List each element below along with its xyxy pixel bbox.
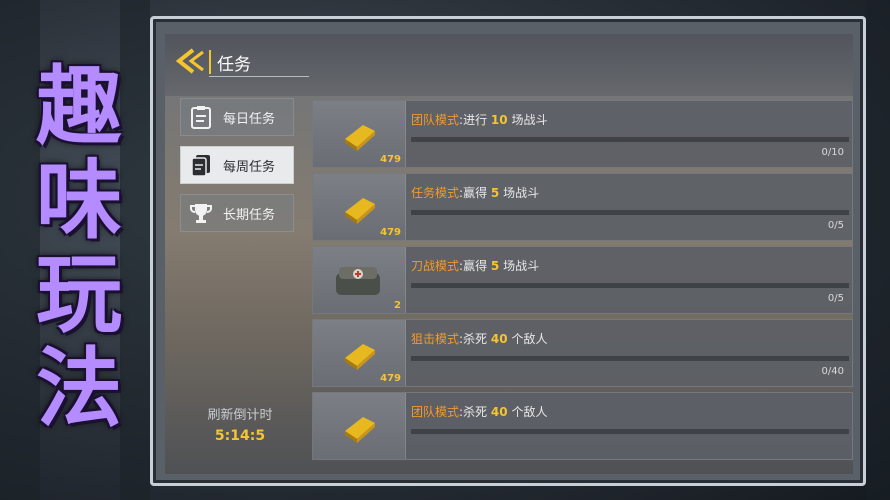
- tab-weekly-tasks[interactable]: 每周任务: [180, 146, 294, 184]
- task-description: 刀战模式:赢得 5 场战斗: [411, 259, 540, 273]
- tab-label: 长期任务: [223, 207, 276, 223]
- chevron-left-double-icon: [175, 48, 204, 74]
- gold-bar-icon: [345, 125, 375, 151]
- refresh-countdown-value: 5:14:5: [214, 428, 266, 444]
- reward-thumbnail: 479: [313, 101, 406, 167]
- task-row[interactable]: 479 狙击模式:杀死 40 个敌人 0/40: [312, 319, 853, 387]
- medkit-icon: [336, 267, 380, 295]
- clipboard-list-icon: [189, 104, 213, 130]
- top-bar: 任务: [165, 34, 853, 96]
- reward-amount: 479: [380, 227, 401, 238]
- background-tree: [866, 0, 890, 500]
- task-row[interactable]: 团队模式:杀死 40 个敌人: [312, 392, 853, 460]
- task-description: 团队模式:杀死 40 个敌人: [411, 405, 548, 419]
- task-row[interactable]: 479 团队模式:进行 10 场战斗 0/10: [312, 100, 853, 168]
- task-description: 狙击模式:杀死 40 个敌人: [411, 332, 548, 346]
- reward-amount: 479: [380, 373, 401, 384]
- document-stack-icon: [189, 152, 213, 178]
- task-progress-text: 0/10: [821, 147, 844, 158]
- task-progress-bar: [411, 137, 849, 142]
- back-button[interactable]: [173, 48, 207, 74]
- tab-long-term-tasks[interactable]: 长期任务: [180, 194, 294, 232]
- page-title: 任务: [217, 55, 251, 75]
- refresh-countdown-label: 刷新倒计时: [207, 408, 273, 423]
- reward-thumbnail: 479: [313, 174, 406, 240]
- promo-char: 趣: [36, 57, 122, 157]
- tab-label: 每日任务: [223, 111, 276, 127]
- reward-amount: 2: [394, 300, 401, 311]
- gold-bar-icon: [345, 198, 375, 224]
- task-description: 团队模式:进行 10 场战斗: [411, 113, 548, 127]
- promo-title: 趣 味 玩 法: [14, 60, 144, 436]
- reward-thumbnail: [313, 393, 406, 459]
- reward-thumbnail: 479: [313, 320, 406, 386]
- title-underline: [209, 76, 309, 77]
- task-progress-bar: [411, 356, 849, 361]
- reward-thumbnail: 2: [313, 247, 406, 313]
- gold-bar-icon: [345, 344, 375, 370]
- task-progress-bar: [411, 429, 849, 434]
- task-row[interactable]: 2 刀战模式:赢得 5 场战斗 0/5: [312, 246, 853, 314]
- task-description: 任务模式:赢得 5 场战斗: [411, 186, 540, 200]
- reward-amount: 479: [380, 154, 401, 165]
- task-row[interactable]: 479 任务模式:赢得 5 场战斗 0/5: [312, 173, 853, 241]
- task-progress-bar: [411, 210, 849, 215]
- tab-daily-tasks[interactable]: 每日任务: [180, 98, 294, 136]
- trophy-icon: [189, 200, 213, 226]
- promo-char: 玩: [36, 245, 122, 345]
- gold-bar-icon: [345, 417, 375, 443]
- task-progress-text: 0/40: [821, 366, 844, 377]
- tab-label: 每周任务: [223, 159, 276, 175]
- promo-char: 法: [36, 339, 122, 439]
- task-progress-bar: [411, 283, 849, 288]
- promo-char: 味: [36, 151, 122, 251]
- title-separator: [209, 50, 211, 74]
- task-progress-text: 0/5: [827, 220, 844, 231]
- mission-screen: 任务 每日任务 每周任务 长期任务 刷新倒计时 5:14:5 479 团队模式:…: [165, 34, 853, 474]
- task-progress-text: 0/5: [827, 293, 844, 304]
